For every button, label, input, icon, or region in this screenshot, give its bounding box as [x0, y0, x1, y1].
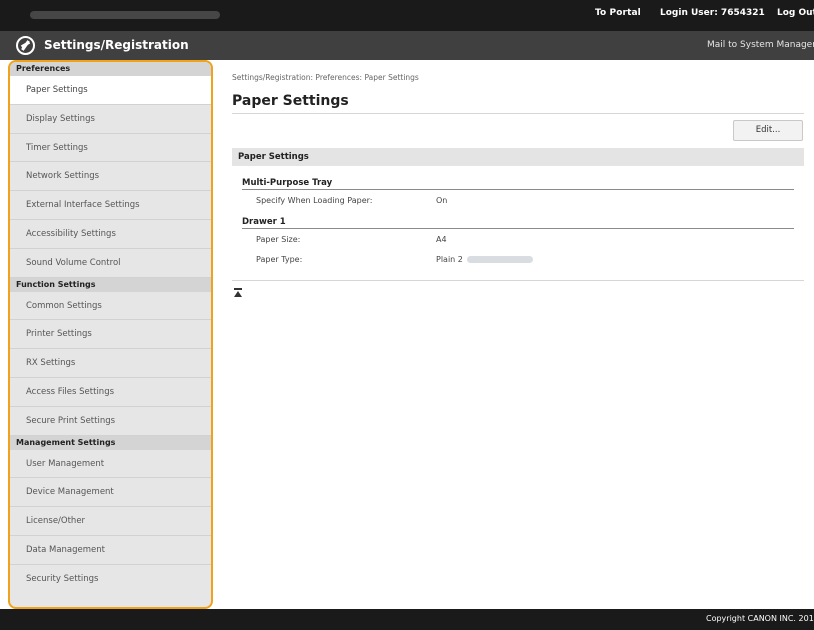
sidebar-item-secure-print-settings[interactable]: Secure Print Settings — [10, 407, 211, 436]
setting-value-paper-type: Plain 2 — [436, 255, 533, 264]
sidebar-section-management-settings: Management Settings — [10, 435, 211, 450]
sidebar-item-license-other[interactable]: License/Other — [10, 507, 211, 536]
to-portal-link[interactable]: To Portal — [595, 8, 641, 18]
back-to-top-icon[interactable] — [234, 288, 244, 298]
paper-settings-block: Paper Settings Multi-Purpose Tray Specif… — [232, 148, 804, 281]
main-content: Settings/Registration: Preferences: Pape… — [222, 60, 814, 609]
sidebar-item-user-management[interactable]: User Management — [10, 450, 211, 479]
edit-button[interactable]: Edit... — [733, 120, 803, 141]
setting-label-specify-when-loading: Specify When Loading Paper: — [256, 196, 373, 205]
page-title: Paper Settings — [232, 93, 349, 109]
sidebar-item-device-management[interactable]: Device Management — [10, 478, 211, 508]
top-bar: To Portal Login User: 7654321 Log Out — [0, 0, 814, 31]
sidebar-item-data-management[interactable]: Data Management — [10, 536, 211, 565]
footer: Copyright CANON INC. 2017 — [0, 609, 814, 630]
sidebar-item-sound-volume-control[interactable]: Sound Volume Control — [10, 249, 211, 278]
sidebar-item-printer-settings[interactable]: Printer Settings — [10, 320, 211, 350]
paper-weight-redacted — [466, 256, 533, 263]
group-title-multi-purpose-tray: Multi-Purpose Tray — [242, 178, 333, 188]
setting-value-specify-when-loading: On — [436, 196, 448, 205]
page-header-title: Settings/Registration — [44, 38, 189, 52]
logout-link[interactable]: Log Out — [777, 8, 814, 18]
mail-to-system-manager-link[interactable]: Mail to System Manager — [707, 40, 814, 50]
copyright-text: Copyright CANON INC. 2017 — [706, 614, 814, 623]
setting-value-paper-size: A4 — [436, 235, 447, 244]
block-header: Paper Settings — [232, 148, 804, 166]
settings-registration-icon — [16, 36, 35, 55]
sidebar-item-accessibility-settings[interactable]: Accessibility Settings — [10, 220, 211, 249]
device-name-redacted — [30, 11, 220, 19]
group-title-drawer-1: Drawer 1 — [242, 217, 286, 227]
sidebar-section-preferences: Preferences — [10, 62, 211, 76]
sidebar-item-timer-settings[interactable]: Timer Settings — [10, 134, 211, 163]
paper-type-text: Plain 2 — [436, 255, 463, 264]
setting-label-paper-size: Paper Size: — [256, 235, 301, 244]
sidebar-item-external-interface-settings[interactable]: External Interface Settings — [10, 191, 211, 220]
sidebar-item-rx-settings[interactable]: RX Settings — [10, 349, 211, 378]
breadcrumb: Settings/Registration: Preferences: Pape… — [232, 73, 419, 82]
group-divider — [242, 189, 794, 190]
title-bar: Settings/Registration Mail to System Man… — [0, 31, 814, 60]
settings-sidebar: Preferences Paper Settings Display Setti… — [8, 60, 213, 609]
setting-label-paper-type: Paper Type: — [256, 255, 303, 264]
sidebar-item-common-settings[interactable]: Common Settings — [10, 292, 211, 321]
sidebar-item-display-settings[interactable]: Display Settings — [10, 105, 211, 134]
login-user-label: Login User: 7654321 — [660, 8, 765, 18]
sidebar-item-security-settings[interactable]: Security Settings — [10, 565, 211, 594]
sidebar-item-network-settings[interactable]: Network Settings — [10, 162, 211, 192]
sidebar-item-access-files-settings[interactable]: Access Files Settings — [10, 378, 211, 407]
title-divider — [232, 113, 804, 114]
sidebar-section-function-settings: Function Settings — [10, 277, 211, 292]
sidebar-item-paper-settings[interactable]: Paper Settings — [10, 76, 211, 105]
group-divider — [242, 228, 794, 229]
